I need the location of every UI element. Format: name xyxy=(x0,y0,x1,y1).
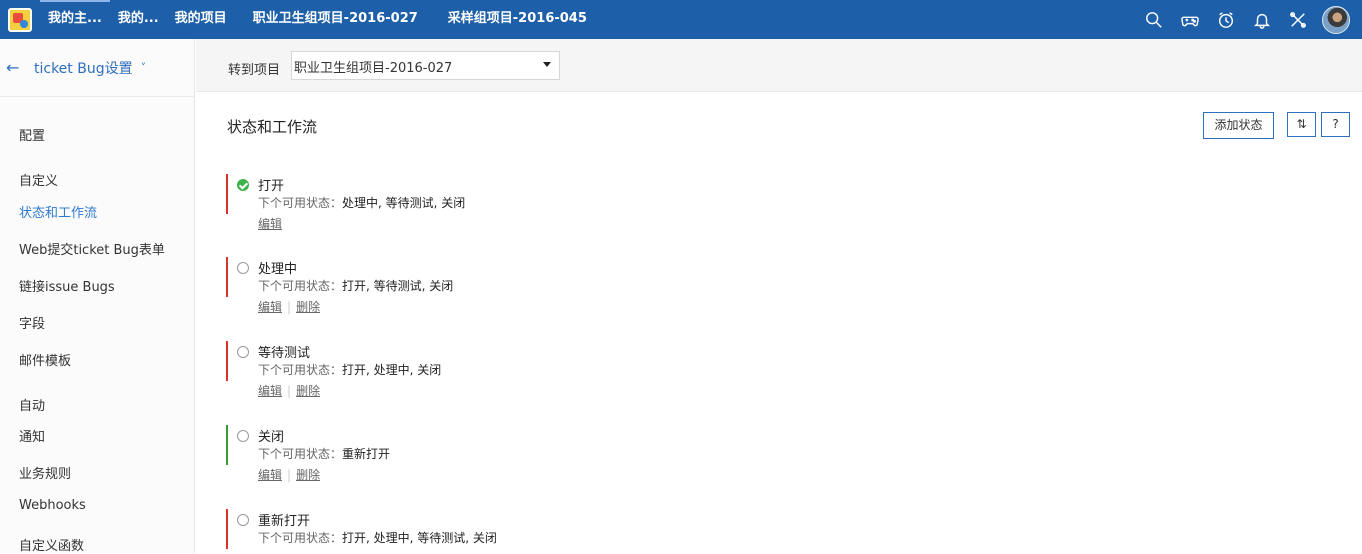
default-status-check-icon[interactable] xyxy=(237,179,249,191)
search-icon[interactable] xyxy=(1136,0,1172,39)
sidebar-item-config[interactable]: 配置 xyxy=(19,125,45,144)
gamepad-icon[interactable] xyxy=(1172,0,1208,39)
logo-icon xyxy=(8,7,32,32)
nav-project-045[interactable]: 采样组项目-2016-045 xyxy=(436,0,599,39)
chevron-down-icon[interactable]: ˅ xyxy=(141,61,147,74)
status-name: 重新打开 xyxy=(258,514,311,529)
status-item: 关闭 下个可用状态：重新打开 编辑 | 删除 xyxy=(226,425,626,482)
sidebar-item-link-issues[interactable]: 链接issue Bugs xyxy=(19,276,115,295)
status-color-bar xyxy=(226,257,228,297)
status-actions: 编辑 | 删除 xyxy=(258,298,320,315)
status-next-states: 下个可用状态：重新打开 xyxy=(258,445,390,462)
sidebar-item-custom-functions[interactable]: 自定义函数 xyxy=(19,535,84,554)
status-radio[interactable] xyxy=(237,346,249,358)
next-states-label: 下个可用状态： xyxy=(258,531,343,545)
sidebar-section-custom: 自定义 xyxy=(19,174,59,189)
status-name: 打开 xyxy=(258,179,285,194)
edit-status-link[interactable]: 编辑 xyxy=(258,300,282,314)
next-states-label: 下个可用状态： xyxy=(258,279,343,293)
sidebar-item-email-templates[interactable]: 邮件模板 xyxy=(19,350,71,369)
delete-status-link[interactable]: 删除 xyxy=(296,384,320,398)
settings-sidebar: ← ticket Bug设置 ˅ 配置 自定义 状态和工作流 Web提交tick… xyxy=(0,39,195,554)
delete-status-link[interactable]: 删除 xyxy=(296,468,320,482)
sort-button[interactable]: ⇅ xyxy=(1287,112,1316,137)
user-avatar[interactable] xyxy=(1322,5,1350,34)
caret-down-icon xyxy=(543,62,551,67)
status-radio[interactable] xyxy=(237,514,249,526)
back-arrow-icon[interactable]: ← xyxy=(6,58,24,77)
status-item: 打开 下个可用状态：处理中, 等待测试, 关闭 编辑 xyxy=(226,174,626,231)
next-states-values: 打开, 处理中, 关闭 xyxy=(342,363,442,377)
sidebar-item-fields[interactable]: 字段 xyxy=(19,313,45,332)
add-status-button[interactable]: 添加状态 xyxy=(1203,112,1274,139)
next-states-values: 重新打开 xyxy=(342,447,391,461)
edit-status-link[interactable]: 编辑 xyxy=(258,468,282,482)
sidebar-item-status-workflow[interactable]: 状态和工作流 xyxy=(19,202,97,221)
sidebar-item-webhooks[interactable]: Webhooks xyxy=(19,498,86,513)
alarm-clock-icon[interactable] xyxy=(1208,0,1244,39)
action-separator: | xyxy=(287,384,292,398)
status-next-states: 下个可用状态：打开, 处理中, 等待测试, 关闭 xyxy=(258,529,497,546)
status-actions: 编辑 | 删除 xyxy=(258,382,320,399)
sidebar-item-notifications[interactable]: 通知 xyxy=(19,426,45,445)
help-button[interactable]: ? xyxy=(1321,112,1350,137)
goto-project-label: 转到项目 xyxy=(228,63,281,78)
project-select[interactable]: 职业卫生组项目-2016-027 xyxy=(291,51,560,80)
status-next-states: 下个可用状态：打开, 等待测试, 关闭 xyxy=(258,277,453,294)
sidebar-item-business-rules[interactable]: 业务规则 xyxy=(19,463,71,482)
next-states-label: 下个可用状态： xyxy=(258,363,343,377)
action-separator: | xyxy=(287,300,292,314)
sidebar-item-web-form[interactable]: Web提交ticket Bug表单 xyxy=(19,239,165,258)
status-next-states: 下个可用状态：打开, 处理中, 关闭 xyxy=(258,361,441,378)
next-states-values: 打开, 处理中, 等待测试, 关闭 xyxy=(342,531,497,545)
project-switch-bar: 转到项目 职业卫生组项目-2016-027 xyxy=(196,39,1362,92)
status-color-bar xyxy=(226,174,228,214)
top-navigation-bar: 我的主... 我的... 我的项目 职业卫生组项目-2016-027 采样组项目… xyxy=(0,0,1362,39)
delete-status-link[interactable]: 删除 xyxy=(296,300,320,314)
edit-status-link[interactable]: 编辑 xyxy=(258,384,282,398)
status-next-states: 下个可用状态：处理中, 等待测试, 关闭 xyxy=(258,194,465,211)
next-states-label: 下个可用状态： xyxy=(258,447,343,461)
status-color-bar xyxy=(226,425,228,465)
status-item: 等待测试 下个可用状态：打开, 处理中, 关闭 编辑 | 删除 xyxy=(226,341,626,398)
sidebar-section-automation: 自动 xyxy=(19,399,46,414)
status-color-bar xyxy=(226,341,228,381)
nav-my-projects[interactable]: 我的项目 xyxy=(167,0,235,39)
bell-icon[interactable] xyxy=(1244,0,1280,39)
action-separator: | xyxy=(287,468,292,482)
tools-icon[interactable] xyxy=(1280,0,1316,39)
sidebar-header: ← ticket Bug设置 ˅ xyxy=(0,39,194,97)
next-states-label: 下个可用状态： xyxy=(258,196,343,210)
sidebar-title[interactable]: ticket Bug设置 xyxy=(34,58,133,78)
status-actions: 编辑 | 删除 xyxy=(258,466,320,483)
status-radio[interactable] xyxy=(237,430,249,442)
status-item: 重新打开 下个可用状态：打开, 处理中, 等待测试, 关闭 xyxy=(226,509,626,549)
page-title: 状态和工作流 xyxy=(227,118,318,136)
app-logo[interactable] xyxy=(0,0,40,39)
nav-my-items[interactable]: 我的... xyxy=(110,0,167,39)
nav-project-027[interactable]: 职业卫生组项目-2016-027 xyxy=(241,0,430,39)
status-name: 等待测试 xyxy=(258,346,311,361)
nav-my-home[interactable]: 我的主... xyxy=(40,0,110,39)
status-name: 关闭 xyxy=(258,430,285,445)
edit-status-link[interactable]: 编辑 xyxy=(258,217,282,231)
next-states-values: 处理中, 等待测试, 关闭 xyxy=(342,196,466,210)
status-radio[interactable] xyxy=(237,262,249,274)
project-select-value: 职业卫生组项目-2016-027 xyxy=(294,61,453,76)
status-actions: 编辑 xyxy=(258,215,282,232)
status-name: 处理中 xyxy=(258,262,298,277)
status-item: 处理中 下个可用状态：打开, 等待测试, 关闭 编辑 | 删除 xyxy=(226,257,626,314)
status-color-bar xyxy=(226,509,228,549)
next-states-values: 打开, 等待测试, 关闭 xyxy=(342,279,454,293)
top-icons-group xyxy=(1136,0,1362,39)
